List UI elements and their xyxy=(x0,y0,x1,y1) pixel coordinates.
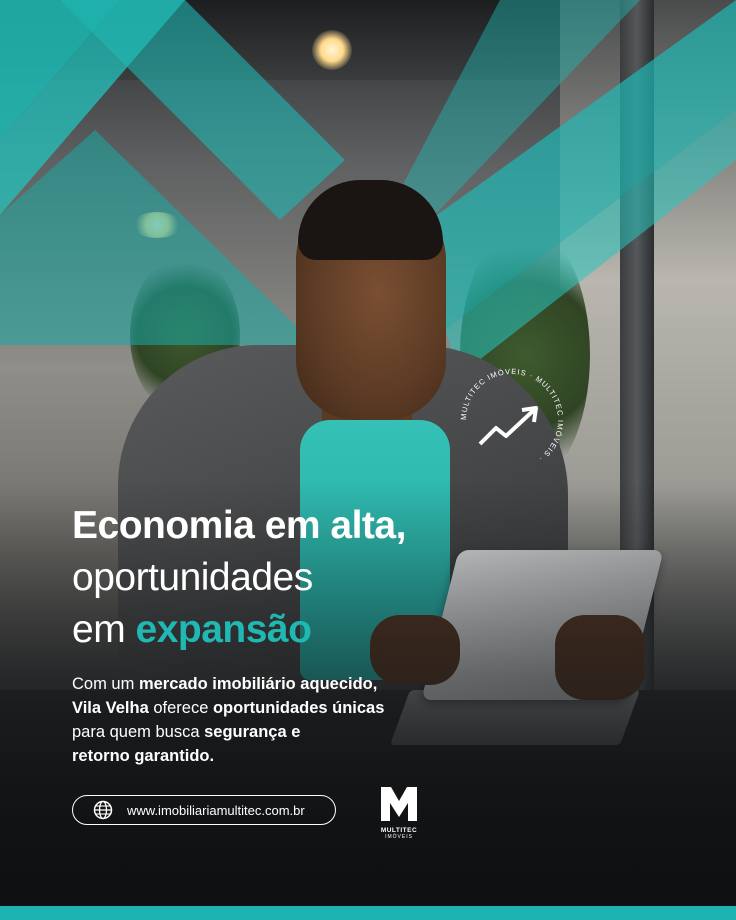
body-strong: retorno garantido. xyxy=(72,747,215,765)
headline-line-1: Economia em alta, xyxy=(72,504,406,547)
badge-ring-text: MULTITEC IMÓVEIS · MULTITEC IMÓVEIS · xyxy=(459,367,564,464)
circular-badge: MULTITEC IMÓVEIS · MULTITEC IMÓVEIS · xyxy=(459,367,565,464)
body-strong: oportunidades únicas xyxy=(212,699,385,717)
bottom-accent-bar xyxy=(0,906,736,920)
globe-icon xyxy=(93,800,113,820)
body-text: Com um xyxy=(72,675,139,693)
headline-line-3-prefix: em xyxy=(72,608,136,651)
headline: Economia em alta, oportunidades em expan… xyxy=(72,500,406,656)
headline-line-3: em expansão xyxy=(72,604,406,656)
website-url: www.imobiliariamultitec.com.br xyxy=(127,802,305,818)
website-link[interactable]: www.imobiliariamultitec.com.br xyxy=(72,795,336,825)
logo-m-mark xyxy=(381,787,417,821)
body-strong: Vila Velha xyxy=(72,699,149,717)
logo-subtitle: IMÓVEIS xyxy=(385,834,413,840)
trend-up-arrow-icon xyxy=(478,406,538,446)
body-copy: Com um mercado imobiliário aquecido, Vil… xyxy=(72,672,452,768)
poster: MULTITEC IMÓVEIS · MULTITEC IMÓVEIS · Ec… xyxy=(0,0,736,920)
svg-text:MULTITEC IMÓVEIS · MULTITEC IM: MULTITEC IMÓVEIS · MULTITEC IMÓVEIS · xyxy=(459,367,565,464)
body-text: para quem busca xyxy=(72,723,205,741)
body-text: oferece xyxy=(148,699,213,717)
body-strong: mercado imobiliário aquecido, xyxy=(138,675,378,693)
body-strong: segurança e xyxy=(204,723,301,741)
multitec-logo: MULTITEC IMÓVEIS xyxy=(377,787,421,840)
headline-accent-word: expansão xyxy=(135,608,312,651)
logo-name: MULTITEC xyxy=(380,827,418,834)
headline-line-2: oportunidades xyxy=(72,556,313,599)
